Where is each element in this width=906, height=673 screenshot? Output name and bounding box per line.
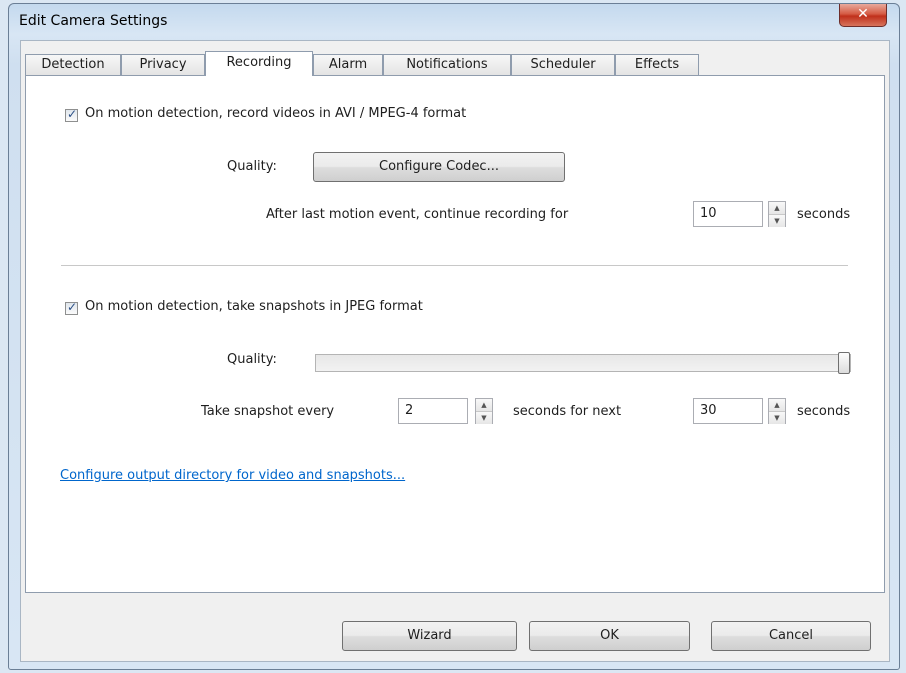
dialog-window: Edit Camera Settings ✕ Detection Privacy… xyxy=(8,3,900,670)
snapshot-quality-label: Quality: xyxy=(227,352,277,367)
configure-codec-button[interactable]: Configure Codec... xyxy=(313,152,565,182)
snapshot-interval-input[interactable]: 2 xyxy=(398,398,468,424)
snapshot-duration-input[interactable]: 30 xyxy=(693,398,763,424)
window-title: Edit Camera Settings xyxy=(19,13,168,29)
close-icon: ✕ xyxy=(857,6,869,22)
video-quality-label: Quality: xyxy=(227,159,277,174)
ok-button[interactable]: OK xyxy=(529,621,690,651)
tab-effects[interactable]: Effects xyxy=(615,54,699,75)
close-button[interactable]: ✕ xyxy=(839,4,887,27)
tab-detection[interactable]: Detection xyxy=(25,54,121,75)
seconds-for-next-label: seconds for next xyxy=(513,404,622,419)
tab-scheduler[interactable]: Scheduler xyxy=(511,54,615,75)
output-directory-link[interactable]: Configure output directory for video and… xyxy=(60,468,405,483)
spin-down-icon[interactable]: ▼ xyxy=(769,412,785,424)
wizard-button[interactable]: Wizard xyxy=(342,621,517,651)
continue-recording-spinner[interactable]: ▲ ▼ xyxy=(768,201,786,227)
slider-thumb[interactable] xyxy=(838,352,850,374)
spin-down-icon[interactable]: ▼ xyxy=(769,215,785,227)
continue-recording-input[interactable]: 10 xyxy=(693,201,763,227)
continue-recording-unit: seconds xyxy=(797,207,851,222)
snapshot-duration-unit: seconds xyxy=(797,404,851,419)
take-snapshots-checkbox[interactable] xyxy=(65,300,78,315)
dialog-client: Detection Privacy Recording Alarm Notifi… xyxy=(20,40,890,662)
snapshot-duration-spinner[interactable]: ▲ ▼ xyxy=(768,398,786,424)
tab-recording[interactable]: Recording xyxy=(205,51,313,76)
cancel-button[interactable]: Cancel xyxy=(711,621,871,651)
take-snapshots-label: On motion detection, take snapshots in J… xyxy=(85,299,423,314)
tab-privacy[interactable]: Privacy xyxy=(121,54,205,75)
snapshot-interval-spinner[interactable]: ▲ ▼ xyxy=(475,398,493,424)
record-video-label: On motion detection, record videos in AV… xyxy=(85,106,467,121)
recording-panel: On motion detection, record videos in AV… xyxy=(25,75,885,593)
spin-up-icon[interactable]: ▲ xyxy=(476,399,492,412)
spin-up-icon[interactable]: ▲ xyxy=(769,202,785,215)
tab-notifications[interactable]: Notifications xyxy=(383,54,511,75)
snapshot-every-label: Take snapshot every xyxy=(201,404,335,419)
record-video-checkbox[interactable] xyxy=(65,107,78,122)
snapshot-quality-slider[interactable] xyxy=(315,352,851,374)
spin-down-icon[interactable]: ▼ xyxy=(476,412,492,424)
section-divider xyxy=(61,265,848,266)
spin-up-icon[interactable]: ▲ xyxy=(769,399,785,412)
tab-alarm[interactable]: Alarm xyxy=(313,54,383,75)
continue-recording-label: After last motion event, continue record… xyxy=(266,207,569,222)
